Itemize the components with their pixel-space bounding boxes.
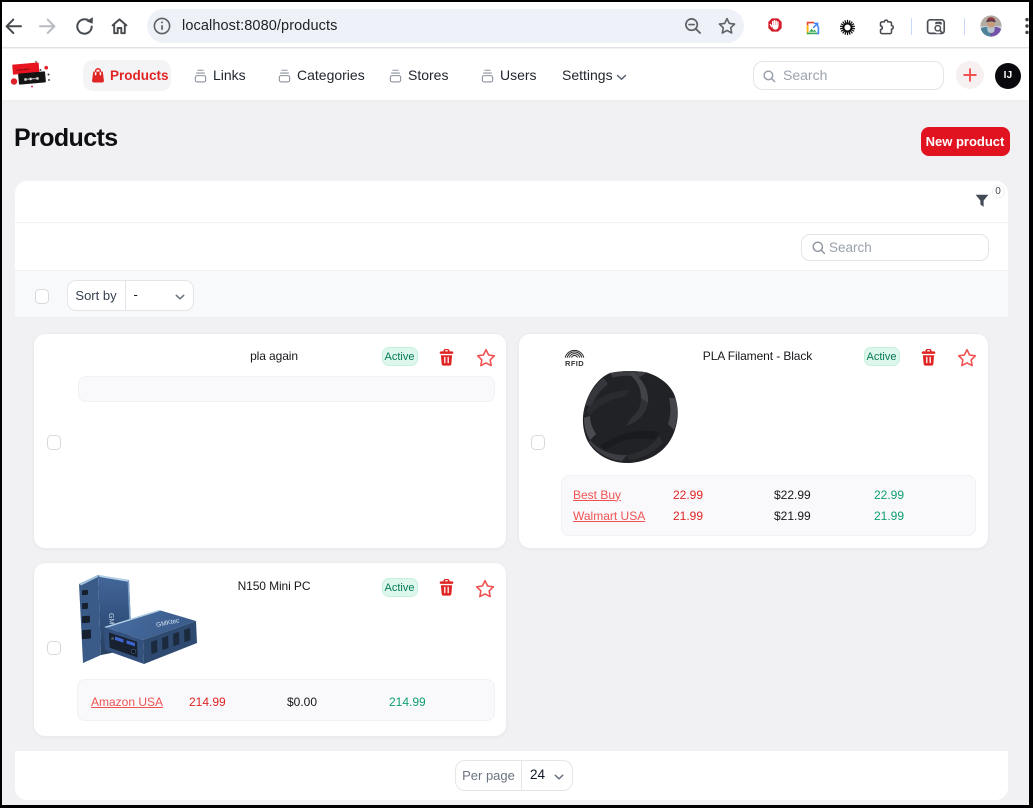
svg-text:RFID: RFID bbox=[565, 359, 584, 368]
